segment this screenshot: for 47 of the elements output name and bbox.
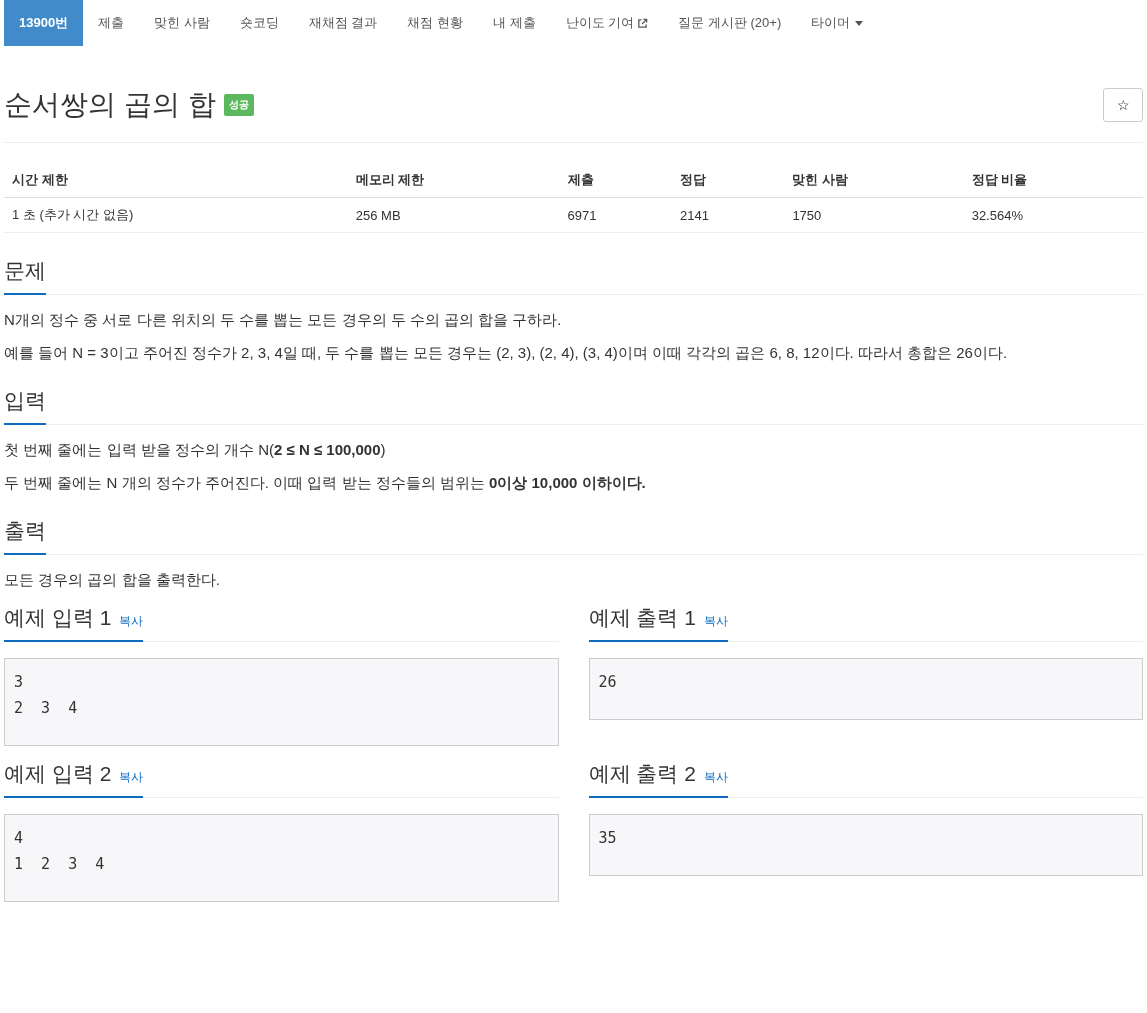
sample-heading: 예제 입력 1	[4, 605, 112, 631]
table-cell: 256 MB	[347, 197, 560, 233]
section-heading: 출력	[4, 517, 46, 555]
nav-tab[interactable]: 채점 현황	[392, 0, 479, 46]
copy-link[interactable]: 복사	[119, 613, 144, 630]
paragraph: 모든 경우의 곱의 합을 출력한다.	[4, 571, 221, 590]
nav-tab[interactable]: 숏코딩	[224, 0, 294, 46]
column-header: 시간 제한	[4, 163, 348, 198]
problem-title: 순서쌍의 곱의 합	[4, 88, 216, 122]
column-header: 맞힌 사람	[784, 163, 964, 198]
sample-data: 35	[588, 814, 1143, 876]
copy-link[interactable]: 복사	[119, 769, 144, 786]
caret-icon	[855, 20, 864, 26]
sample-heading: 예제 입력 2	[4, 761, 112, 787]
section-heading: 입력	[4, 387, 46, 425]
paragraph: 두 번째 줄에는 N 개의 정수가 주어진다. 이때 입력 받는 정수들의 범위는 0이상 10,000 이하이다.	[4, 474, 647, 493]
column-header: 정답	[671, 163, 785, 198]
copy-link[interactable]: 복사	[703, 769, 728, 786]
column-header: 제출	[559, 163, 672, 198]
paragraph: N개의 정수 중 서로 다른 위치의 두 수를 뽑는 모든 경우의 두 수의 곱의 합을 구하라.	[4, 311, 563, 330]
favorite-button[interactable]: ☆	[1103, 88, 1143, 122]
nav-tab[interactable]: 13900번	[4, 0, 84, 46]
table-cell: 1750	[784, 197, 964, 233]
copy-link[interactable]: 복사	[703, 613, 728, 630]
table-cell: 32.564%	[963, 197, 1143, 233]
section-heading: 문제	[4, 257, 46, 295]
sample-heading: 예제 출력 2	[588, 761, 696, 787]
column-header: 정답 비율	[963, 163, 1143, 198]
nav-tab[interactable]: 내 제출	[478, 0, 551, 46]
table-cell: 6971	[559, 197, 672, 233]
paragraph: 첫 번째 줄에는 입력 받을 정수의 개수 N(2 ≤ N ≤ 100,000)	[4, 441, 387, 460]
external-link-icon	[637, 17, 649, 29]
table-cell: 2141	[671, 197, 785, 233]
nav-tab[interactable]: 질문 게시판 (20+)	[663, 0, 797, 46]
paragraph: 예를 들어 N = 3이고 주어진 정수가 2, 3, 4일 때, 두 수를 뽑는 모든 경우는 (2, 3), (2, 4), (3, 4)이며 이때 각각의 곱은 6, 8, 12이다. 따라서 총합은 26이다.	[4, 344, 1009, 363]
column-header: 메모리 제한	[347, 163, 560, 198]
nav-tab[interactable]: 제출	[83, 0, 140, 46]
sample-heading: 예제 출력 1	[588, 605, 696, 631]
sample-data: 26	[588, 658, 1143, 720]
sample-data: 3 2 3 4	[4, 658, 559, 746]
nav-tab[interactable]: 맞힌 사람	[139, 0, 225, 46]
nav-tab[interactable]: 타이머	[796, 0, 879, 46]
nav-tab[interactable]: 재채점 결과	[293, 0, 393, 46]
status-badge: 성공	[223, 94, 254, 116]
nav-tab[interactable]: 난이도 기여	[550, 0, 664, 46]
sample-data: 4 1 2 3 4	[4, 814, 559, 902]
table-cell: 1 초 (추가 시간 없음)	[4, 197, 348, 233]
